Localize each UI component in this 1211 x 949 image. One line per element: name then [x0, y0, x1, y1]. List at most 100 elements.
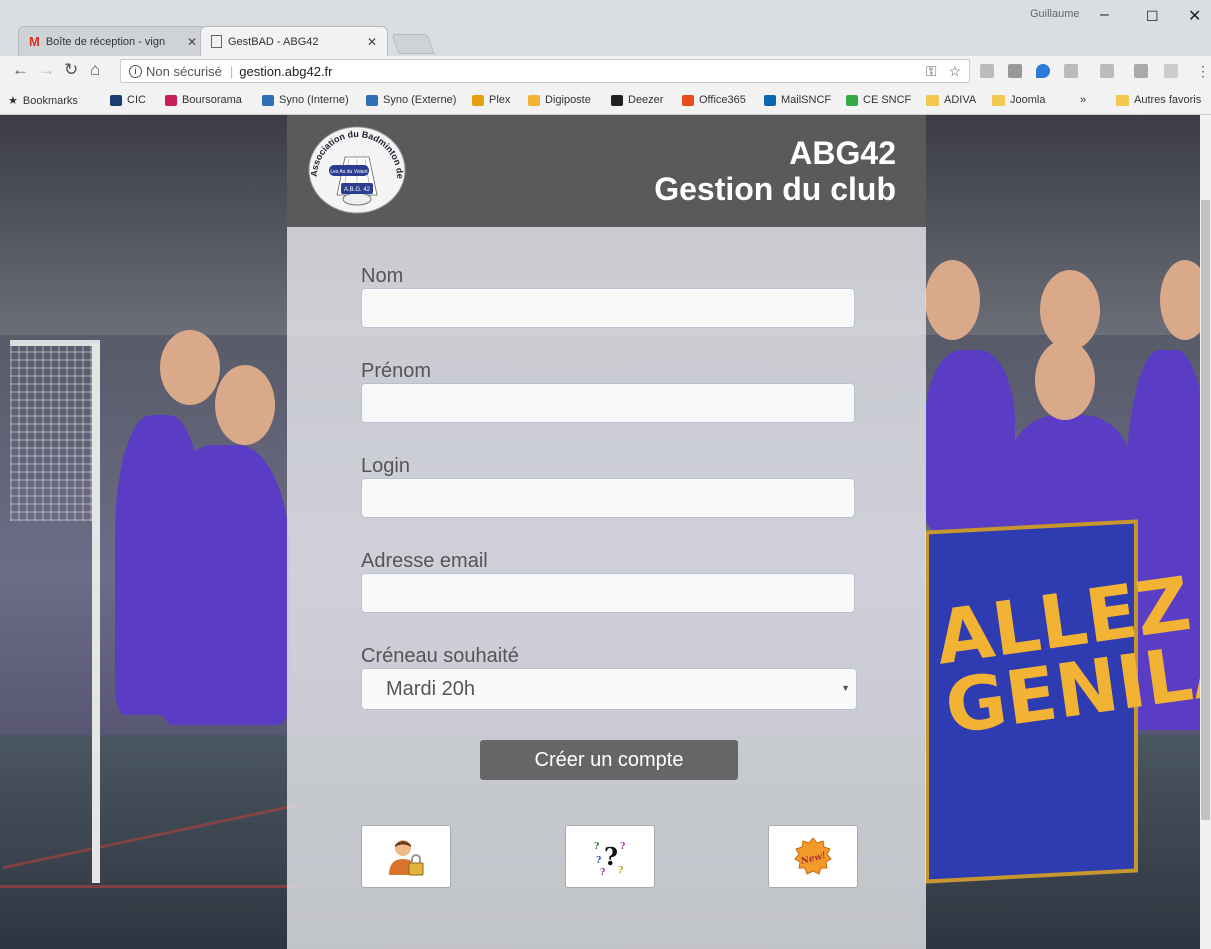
bookmark-bookmarks[interactable]: ★ Bookmarks	[8, 94, 78, 108]
profile-name[interactable]: Guillaume	[1030, 8, 1080, 20]
question-marks-icon: ? ? ? ? ? ?	[594, 842, 625, 878]
deezer-icon	[611, 94, 623, 106]
droplet-icon[interactable]	[1036, 64, 1050, 78]
new-badge-icon: New!	[794, 836, 832, 875]
bookmark-syno-externe[interactable]: Syno (Externe)	[366, 94, 456, 106]
badminton-net	[10, 340, 100, 521]
bookmark-mailsncf[interactable]: MailSNCF	[764, 94, 831, 106]
menu-icon[interactable]: ⋮	[1196, 63, 1210, 80]
help-button[interactable]: ? ? ? ? ? ?	[565, 825, 655, 888]
prenom-label: Prénom	[361, 360, 432, 382]
folder-icon	[1116, 94, 1129, 106]
ce-sncf-icon	[846, 94, 858, 106]
chevron-down-icon: ▼	[841, 683, 850, 693]
bookmark-syno-interne[interactable]: Syno (Interne)	[262, 94, 349, 106]
new-button[interactable]: New!	[768, 825, 858, 888]
login-input[interactable]	[361, 478, 855, 518]
browser-titlebar: M Boîte de réception - vign ✕ GestBAD - …	[0, 0, 1211, 56]
svg-text:?: ?	[594, 842, 599, 852]
bookmark-boursorama[interactable]: Boursorama	[165, 94, 242, 106]
back-icon[interactable]: ←	[12, 60, 29, 80]
user-lock-icon	[389, 839, 424, 875]
bookmark-folder-joomla[interactable]: Joomla	[992, 94, 1045, 106]
cic-icon	[110, 94, 122, 106]
tab-gestbad[interactable]: GestBAD - ABG42 ✕	[200, 26, 388, 56]
info-icon[interactable]: i	[129, 64, 142, 78]
bookmark-ce-sncf[interactable]: CE SNCF	[846, 94, 911, 106]
extension-icon[interactable]	[1064, 64, 1078, 78]
boursorama-icon	[165, 94, 177, 106]
svg-text:?: ?	[620, 842, 625, 852]
office-icon	[682, 94, 694, 106]
bookmark-cic[interactable]: CIC	[110, 94, 146, 106]
extension-icon[interactable]	[1164, 64, 1178, 78]
net-pole	[92, 343, 100, 883]
extension-icon[interactable]	[980, 64, 994, 78]
extension-icon[interactable]	[1134, 64, 1148, 78]
tab-label: Boîte de réception - vign	[45, 35, 166, 48]
star-icon[interactable]: ☆	[948, 63, 961, 79]
maximize-button[interactable]: ☐	[1146, 8, 1159, 25]
nom-input[interactable]	[361, 288, 855, 328]
gmail-icon: M	[29, 34, 40, 49]
browser-toolbar: ← → ↻ ⌂ i Non sécurisé | gestion.abg42.f…	[0, 56, 1211, 89]
logo-short: A.B.G. 42	[344, 187, 371, 193]
svg-text:?: ?	[604, 842, 618, 871]
extension-icon[interactable]	[1100, 64, 1114, 78]
home-icon[interactable]: ⌂	[90, 60, 100, 80]
bookmark-digiposte[interactable]: Digiposte	[528, 94, 591, 106]
address-bar[interactable]: i Non sécurisé | gestion.abg42.fr ⚿ ☆	[120, 59, 970, 83]
minimize-button[interactable]: –	[1100, 6, 1109, 24]
outlook-icon	[764, 94, 776, 106]
player-figure	[1010, 415, 1130, 535]
folder-icon	[992, 94, 1005, 106]
bookmark-deezer[interactable]: Deezer	[611, 94, 663, 106]
forward-icon[interactable]: →	[38, 60, 55, 80]
reload-icon[interactable]: ↻	[64, 60, 78, 80]
bookmarks-bar: ★ Bookmarks CIC Boursorama Syno (Interne)…	[0, 88, 1211, 115]
synology-icon	[366, 94, 378, 106]
scrollbar-thumb[interactable]	[1201, 200, 1210, 820]
more-bookmarks-button[interactable]: »	[1080, 94, 1086, 106]
email-label: Adresse email	[361, 550, 488, 572]
folder-icon	[926, 94, 939, 106]
new-tab-button[interactable]	[391, 34, 435, 54]
svg-text:?: ?	[596, 856, 601, 866]
page-viewport: ALLEZ GENILAC Association du Badminton d…	[0, 115, 1211, 949]
header-subtitle: Gestion du club	[654, 171, 896, 207]
security-label: Non sécurisé	[146, 63, 222, 79]
club-logo: Association du Badminton de Genilac Les …	[307, 125, 406, 214]
login-button[interactable]	[361, 825, 451, 888]
extension-icon[interactable]	[1008, 64, 1022, 78]
bookmark-folder-adiva[interactable]: ADIVA	[926, 94, 976, 106]
close-window-button[interactable]: ✕	[1188, 6, 1201, 26]
svg-text:?: ?	[618, 866, 623, 876]
creneau-selected-value: Mardi 20h	[386, 677, 475, 700]
svg-text:?: ?	[600, 868, 605, 878]
page-scrollbar[interactable]	[1200, 115, 1211, 949]
plex-icon	[472, 94, 484, 106]
nom-label: Nom	[361, 265, 404, 287]
creneau-label: Créneau souhaité	[361, 645, 519, 667]
close-tab-icon[interactable]: ✕	[187, 35, 197, 49]
page-icon	[211, 35, 222, 48]
prenom-input[interactable]	[361, 383, 855, 423]
close-tab-icon[interactable]: ✕	[367, 35, 377, 49]
tab-gmail[interactable]: M Boîte de réception - vign ✕	[18, 26, 208, 56]
login-label: Login	[361, 455, 410, 477]
panel-header: Association du Badminton de Genilac Les …	[287, 115, 926, 227]
email-input[interactable]	[361, 573, 855, 613]
player-figure	[160, 445, 290, 725]
bookmark-folder-autres[interactable]: Autres favoris	[1116, 94, 1201, 106]
header-title: ABG42	[789, 135, 896, 171]
star-icon: ★	[8, 95, 18, 107]
tab-label: GestBAD - ABG42	[228, 35, 319, 48]
bookmark-plex[interactable]: Plex	[472, 94, 510, 106]
creneau-select[interactable]: Mardi 20h ▼	[361, 668, 857, 710]
synology-icon	[262, 94, 274, 106]
url-text: gestion.abg42.fr	[239, 63, 333, 79]
bookmark-office365[interactable]: Office365	[682, 94, 746, 106]
key-icon[interactable]: ⚿	[926, 63, 937, 79]
create-account-button[interactable]: Créer un compte	[480, 740, 738, 780]
banner-text: ALLEZ GENILAC	[930, 560, 1211, 752]
